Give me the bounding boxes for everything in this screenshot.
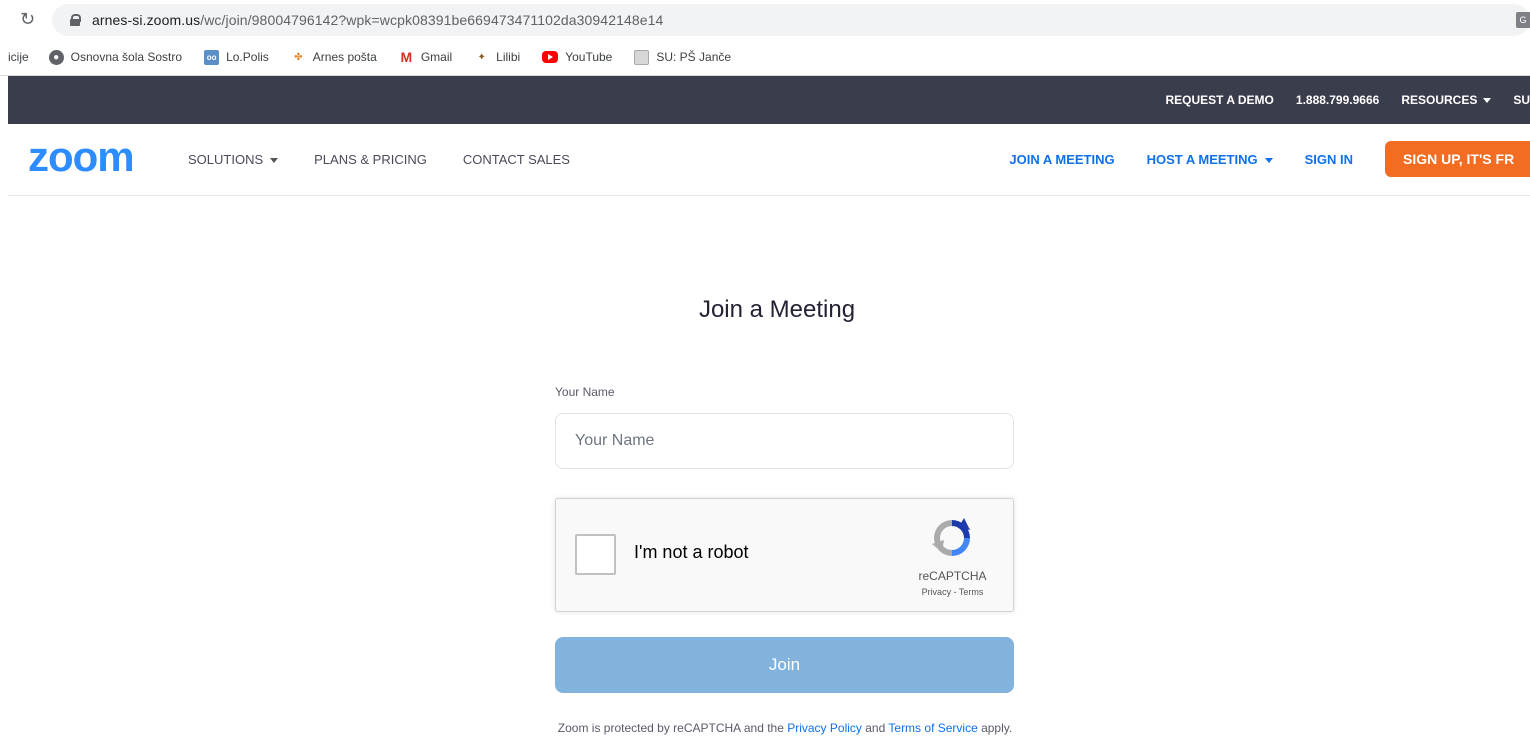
lopolis-icon: oo: [204, 49, 220, 65]
resources-label: RESOURCES: [1401, 93, 1478, 107]
zoom-top-bar: REQUEST A DEMO 1.888.799.9666 RESOURCES …: [8, 76, 1530, 124]
bookmark-item[interactable]: M Gmail: [399, 49, 453, 65]
su-icon: [634, 49, 650, 65]
recaptcha-label: I'm not a robot: [634, 542, 749, 562]
url-path: /wc/join/98004796142?wpk=wcpk08391be6694…: [200, 12, 664, 28]
reload-icon[interactable]: ↻: [20, 9, 35, 30]
privacy-policy-link[interactable]: Privacy Policy: [787, 721, 862, 735]
arnes-icon: ✤: [294, 51, 303, 63]
url-text[interactable]: arnes-si.zoom.us/wc/join/98004796142?wpk…: [92, 12, 663, 28]
resources-menu[interactable]: RESOURCES: [1401, 93, 1492, 107]
sign-in-link[interactable]: SIGN IN: [1305, 152, 1353, 167]
host-meeting-menu[interactable]: HOST A MEETING: [1147, 152, 1273, 167]
chevron-down-icon: [270, 157, 279, 163]
main-navigation: zoom SOLUTIONS PLANS & PRICING CONTACT S…: [8, 124, 1530, 196]
plans-pricing-link[interactable]: PLANS & PRICING: [314, 152, 427, 167]
bookmark-label: SU: PŠ Janče: [656, 50, 732, 64]
gmail-icon: M: [400, 49, 413, 65]
sign-up-button[interactable]: SIGN UP, IT'S FR: [1385, 141, 1530, 177]
nav-right-links: JOIN A MEETING HOST A MEETING SIGN IN SI…: [977, 124, 1530, 194]
request-demo-link[interactable]: REQUEST A DEMO: [1165, 93, 1273, 107]
contact-sales-link[interactable]: CONTACT SALES: [463, 152, 570, 167]
bookmarks-bar: icije ● Osnovna šola Sostro oo Lo.Polis ✤ A…: [0, 40, 1530, 74]
bookmark-label: Lilibi: [496, 50, 521, 64]
recaptcha-links: Privacy - Terms: [896, 587, 1009, 597]
bookmark-label: Osnovna šola Sostro: [70, 50, 183, 64]
notice-prefix: Zoom is protected by reCAPTCHA and the: [557, 721, 788, 735]
url-field[interactable]: arnes-si.zoom.us/wc/join/98004796142?wpk…: [52, 4, 1530, 36]
recaptcha-logo-icon: [932, 518, 970, 556]
recaptcha-notice: Zoom is protected by reCAPTCHA and the P…: [0, 721, 1530, 735]
host-meeting-label: HOST A MEETING: [1146, 151, 1258, 167]
recaptcha-separator: -: [951, 587, 959, 597]
youtube-icon: [542, 51, 559, 63]
lock-icon[interactable]: [70, 14, 81, 26]
join-button[interactable]: Join: [555, 637, 1014, 693]
notice-suffix: apply.: [977, 721, 1013, 735]
bookmark-item[interactable]: SU: PŠ Janče: [634, 49, 732, 65]
bookmark-label: icije: [8, 50, 29, 64]
recaptcha-brand: reCAPTCHA: [918, 569, 987, 583]
bookmark-item[interactable]: ✦ Lilibi: [474, 50, 520, 65]
name-input[interactable]: [555, 413, 1014, 469]
support-link[interactable]: SU: [1513, 93, 1530, 107]
bookmark-item[interactable]: YouTube: [542, 50, 612, 64]
phone-number[interactable]: 1.888.799.9666: [1296, 93, 1379, 107]
bookmark-item[interactable]: icije: [8, 50, 29, 64]
recaptcha-terms-link[interactable]: Terms: [959, 587, 984, 597]
bookmark-label: Lo.Polis: [226, 50, 269, 64]
join-meeting-link[interactable]: JOIN A MEETING: [1009, 152, 1114, 167]
name-label: Your Name: [555, 385, 615, 399]
globe-icon: ●: [48, 49, 64, 65]
bookmark-item[interactable]: oo Lo.Polis: [204, 49, 269, 65]
bookmark-item[interactable]: ✤ Arnes pošta: [291, 50, 377, 65]
notice-mid: and: [861, 721, 889, 735]
solutions-menu[interactable]: SOLUTIONS: [188, 151, 279, 167]
page-title: Join a Meeting: [698, 296, 856, 323]
solutions-label: SOLUTIONS: [188, 151, 264, 167]
recaptcha-privacy-link[interactable]: Privacy: [922, 587, 952, 597]
chevron-down-icon: [1483, 98, 1492, 104]
bookmark-label: YouTube: [565, 50, 613, 64]
bookmark-item[interactable]: ● Osnovna šola Sostro: [48, 49, 183, 65]
lilibi-icon: ✦: [477, 51, 486, 63]
recaptcha-checkbox[interactable]: [575, 534, 616, 575]
url-host: arnes-si.zoom.us: [92, 12, 201, 28]
chevron-down-icon: [1264, 157, 1273, 163]
zoom-logo[interactable]: zoom: [28, 136, 135, 178]
recaptcha-widget: I'm not a robot reCAPTCHA Privacy - Term…: [555, 498, 1014, 612]
terms-of-service-link[interactable]: Terms of Service: [888, 721, 977, 735]
browser-address-bar: ↻ arnes-si.zoom.us/wc/join/98004796142?w…: [0, 0, 1530, 40]
top-bar-links: REQUEST A DEMO 1.888.799.9666 RESOURCES …: [1143, 76, 1530, 124]
nav-left-links: SOLUTIONS PLANS & PRICING CONTACT SALES: [188, 124, 606, 194]
bookmark-label: Gmail: [420, 50, 453, 64]
bookmark-label: Arnes pošta: [312, 50, 377, 64]
translate-icon[interactable]: G: [1516, 12, 1530, 28]
